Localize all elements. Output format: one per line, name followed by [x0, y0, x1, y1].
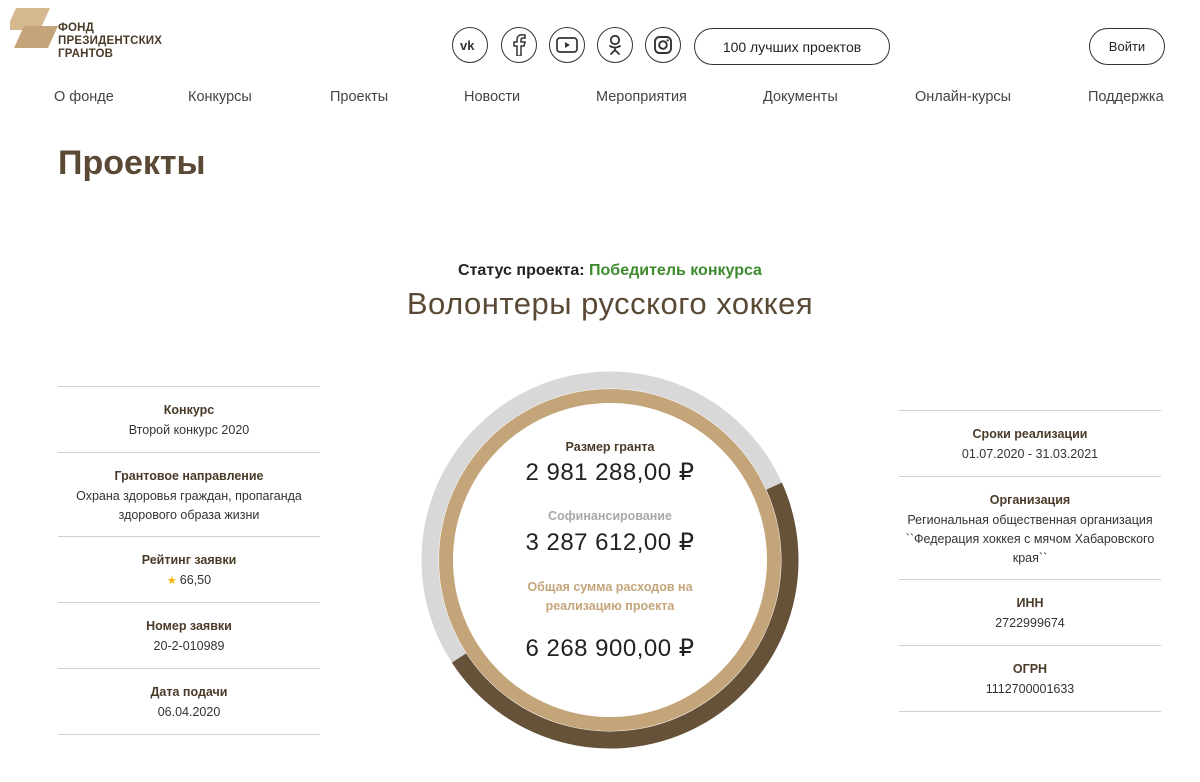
odnoklassniki-icon[interactable] — [597, 27, 633, 63]
info-value-rating: ★ 66,50 — [58, 571, 320, 591]
cofinancing-label: Софинансирование — [548, 509, 672, 523]
total-expenses-label: Общая сумма расходов на реализацию проек… — [527, 580, 693, 613]
grant-label: Размер гранта — [565, 440, 655, 454]
info-value: 1112700001633 — [985, 682, 1075, 696]
donut-chart — [421, 371, 799, 749]
nav-item-competitions[interactable]: Конкурсы — [188, 89, 252, 105]
info-block-grant-direction: Грантовое направление Охрана здоровья гр… — [58, 452, 320, 536]
info-block-submission-date: Дата подачи 06.04.2020 — [58, 668, 320, 734]
info-label: Дата подачи — [150, 685, 228, 699]
left-info-column: Конкурс Второй конкурс 2020 Грантовое на… — [58, 386, 320, 735]
info-value: 01.07.2020 - 31.03.2021 — [961, 447, 1099, 461]
info-label: Грантовое направление — [114, 469, 264, 483]
page-title: Проекты — [58, 144, 206, 182]
fund-logo[interactable]: Фонд президентских грантов — [10, 6, 190, 66]
info-block-rating: Рейтинг заявки ★ 66,50 — [58, 536, 320, 602]
info-value: 06.04.2020 — [157, 705, 221, 719]
project-title: Волонтеры русского хоккея — [406, 286, 814, 321]
status-label: Статус проекта: — [458, 262, 585, 279]
info-block-application-number: Номер заявки 20-2-010989 — [58, 602, 320, 668]
info-label: Конкурс — [163, 403, 215, 417]
total-expenses-amount: 6 268 900,00 ₽ — [525, 635, 695, 662]
facebook-icon[interactable] — [501, 27, 537, 63]
nav-item-about[interactable]: О фонде — [54, 89, 114, 105]
nav-item-events[interactable]: Мероприятия — [596, 89, 687, 105]
info-block-competition: Конкурс Второй конкурс 2020 — [58, 386, 320, 452]
info-label: ИНН — [1016, 596, 1044, 610]
nav-item-online-courses[interactable]: Онлайн-курсы — [915, 89, 1011, 105]
nav-item-news[interactable]: Новости — [464, 89, 520, 105]
cofinancing-amount: 3 287 612,00 ₽ — [525, 529, 695, 556]
info-value: 2722999674 — [995, 616, 1065, 630]
info-label: Номер заявки — [146, 619, 232, 633]
grant-amount: 2 981 288,00 ₽ — [525, 459, 695, 486]
nav-item-support[interactable]: Поддержка — [1088, 89, 1164, 105]
star-icon: ★ — [166, 575, 177, 587]
instagram-icon[interactable] — [645, 27, 681, 63]
status-value: Победитель конкурса — [589, 262, 762, 279]
finance-donut: Размер гранта 2 981 288,00 ₽ Софинансиро… — [420, 370, 800, 750]
login-button[interactable]: Войти — [1089, 28, 1165, 65]
info-block-organization: Организация Региональная общественная ор… — [899, 476, 1161, 579]
info-value: Охрана здоровья граждан, пропаганда здор… — [76, 489, 302, 522]
youtube-icon[interactable] — [549, 27, 585, 63]
info-value: Региональная общественная организация ``… — [905, 513, 1155, 565]
project-status: Статус проекта: Победитель конкурса — [0, 262, 1200, 280]
nav-item-projects[interactable]: Проекты — [330, 89, 388, 105]
info-label: ОГРН — [1012, 662, 1048, 676]
info-block-ogrn: ОГРН 1112700001633 — [899, 645, 1161, 711]
nav-item-documents[interactable]: Документы — [763, 89, 838, 105]
divider — [58, 734, 320, 735]
info-block-implementation-period: Сроки реализации 01.07.2020 - 31.03.2021 — [899, 410, 1161, 476]
info-block-inn: ИНН 2722999674 — [899, 579, 1161, 645]
right-info-column: Сроки реализации 01.07.2020 - 31.03.2021… — [899, 410, 1161, 712]
info-label: Организация — [989, 493, 1071, 507]
divider — [899, 711, 1161, 712]
vk-icon[interactable]: vk — [452, 27, 488, 63]
logo-mark-icon — [10, 8, 58, 48]
info-value: 20-2-010989 — [153, 639, 225, 653]
info-label: Сроки реализации — [972, 427, 1088, 441]
rating-value: 66,50 — [179, 573, 212, 587]
info-value: Второй конкурс 2020 — [128, 423, 250, 437]
svg-text:vk: vk — [460, 38, 475, 52]
info-label: Рейтинг заявки — [141, 553, 237, 567]
logo-text: Фонд президентских грантов — [58, 22, 163, 60]
top-100-projects-button[interactable]: 100 лучших проектов — [694, 28, 890, 65]
